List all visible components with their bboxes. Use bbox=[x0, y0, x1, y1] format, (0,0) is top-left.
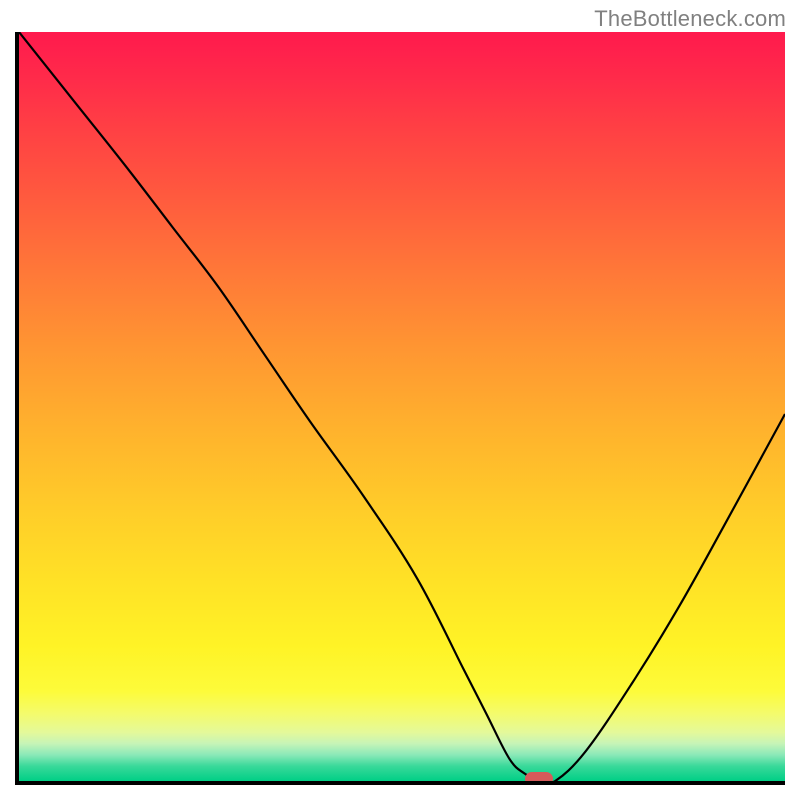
watermark-text: TheBottleneck.com bbox=[594, 6, 786, 32]
optimal-marker bbox=[525, 772, 553, 785]
bottleneck-curve bbox=[19, 32, 785, 781]
plot-area bbox=[15, 32, 785, 785]
